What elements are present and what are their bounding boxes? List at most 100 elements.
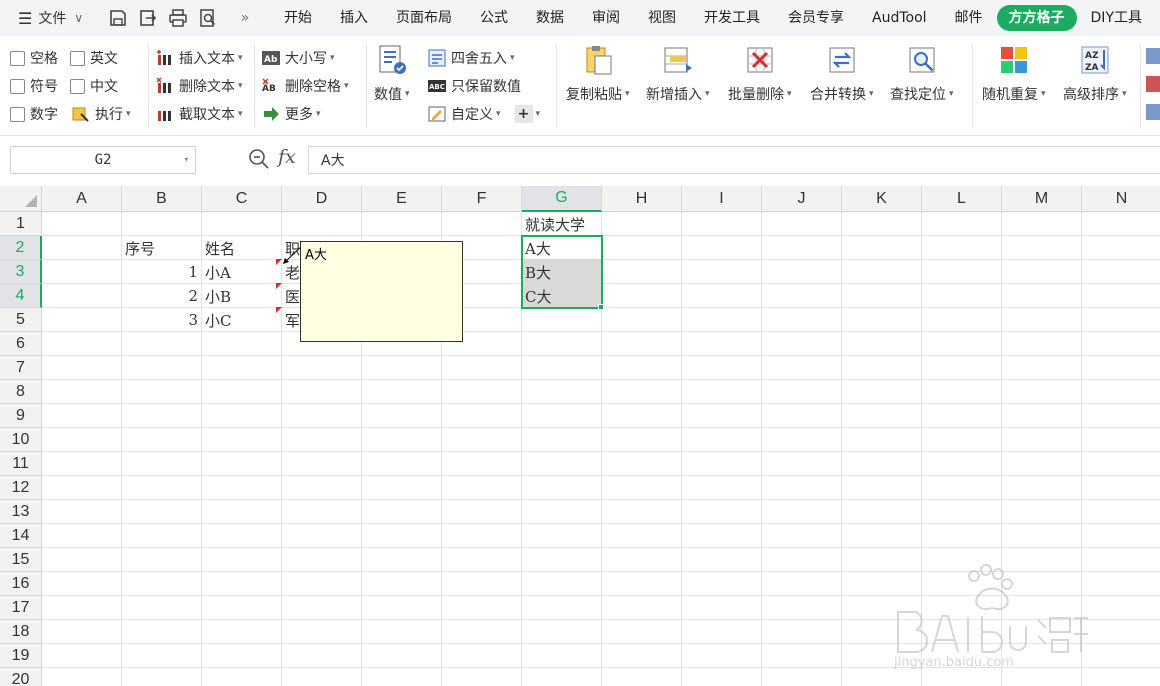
tab-audtool[interactable]: AudTool <box>858 5 941 31</box>
comment-marker-icon[interactable] <box>276 283 282 289</box>
row-header-3[interactable]: 3 <box>0 260 42 284</box>
print-preview-icon[interactable] <box>196 6 220 30</box>
tab-insert[interactable]: 插入 <box>326 5 382 31</box>
row-header-12[interactable]: 12 <box>0 476 42 500</box>
column-header-C[interactable]: C <box>202 186 282 212</box>
name-box[interactable]: G2 ▾ <box>10 146 196 174</box>
checkbox-english[interactable]: 英文 <box>70 48 118 68</box>
batch-delete-button[interactable]: 批量删除 ▾ <box>728 44 792 104</box>
checkbox-box[interactable] <box>10 78 25 94</box>
comment-popup[interactable]: A大 <box>300 241 463 342</box>
merge-convert-button[interactable]: 合并转换 ▾ <box>810 44 874 104</box>
row-header-10[interactable]: 10 <box>0 428 42 452</box>
advanced-sort-button[interactable]: AZ ZA 高级排序 ▾ <box>1063 44 1127 104</box>
column-header-L[interactable]: L <box>922 186 1002 212</box>
row-header-11[interactable]: 11 <box>0 452 42 476</box>
file-menu-button[interactable]: ☰ 文件 ∨ <box>0 8 106 28</box>
row-header-17[interactable]: 17 <box>0 596 42 620</box>
column-header-M[interactable]: M <box>1002 186 1082 212</box>
row-header-2[interactable]: 2 <box>0 236 42 260</box>
row-header-4[interactable]: 4 <box>0 284 42 308</box>
column-header-J[interactable]: J <box>762 186 842 212</box>
row-header-15[interactable]: 15 <box>0 548 42 572</box>
column-header-N[interactable]: N <box>1082 186 1160 212</box>
cell-C4[interactable]: 小B <box>202 284 282 308</box>
insert-text-button[interactable]: 插入文本 ▾ <box>156 48 243 68</box>
execute-button[interactable]: 执行 ▾ <box>72 104 131 124</box>
tab-member[interactable]: 会员专享 <box>774 5 858 31</box>
cell-B5[interactable]: 3 <box>122 308 202 332</box>
find-locate-button[interactable]: 查找定位 ▾ <box>890 44 954 104</box>
extract-text-button[interactable]: 截取文本 ▾ <box>156 104 243 124</box>
cell-B2[interactable]: 序号 <box>122 236 202 260</box>
delete-spaces-button[interactable]: AB 删除空格 ▾ <box>262 76 349 96</box>
checkbox-box[interactable] <box>10 106 25 122</box>
row-header-14[interactable]: 14 <box>0 524 42 548</box>
tab-mail[interactable]: 邮件 <box>941 5 997 31</box>
row-header-16[interactable]: 16 <box>0 572 42 596</box>
checkbox-chinese[interactable]: 中文 <box>70 76 118 96</box>
checkbox-box[interactable] <box>70 50 85 66</box>
tab-fangfanggezi[interactable]: 方方格子 <box>996 5 1077 31</box>
cell-C2[interactable]: 姓名 <box>202 236 282 260</box>
tab-review[interactable]: 审阅 <box>578 5 634 31</box>
export-pdf-icon[interactable] <box>136 6 160 30</box>
cell-C5[interactable]: 小C <box>202 308 282 332</box>
tab-diy-tools[interactable]: DIY工具 <box>1077 5 1156 31</box>
comment-marker-icon[interactable] <box>276 307 282 313</box>
checkbox-space[interactable]: 空格 <box>10 48 58 68</box>
column-header-E[interactable]: E <box>362 186 442 212</box>
cell-G1[interactable]: 就读大学 <box>522 212 602 236</box>
column-header-A[interactable]: A <box>42 186 122 212</box>
plus-icon[interactable]: + <box>514 105 533 123</box>
column-header-D[interactable]: D <box>282 186 362 212</box>
row-header-7[interactable]: 7 <box>0 356 42 380</box>
row-header-9[interactable]: 9 <box>0 404 42 428</box>
more-quick-access-icon[interactable]: » <box>234 10 256 26</box>
column-header-I[interactable]: I <box>682 186 762 212</box>
fill-handle[interactable] <box>598 304 604 310</box>
keep-values-button[interactable]: ABC 只保留数值 <box>428 76 521 96</box>
copy-paste-button[interactable]: 复制粘贴 ▾ <box>566 44 630 104</box>
row-header-8[interactable]: 8 <box>0 380 42 404</box>
cell-B3[interactable]: 1 <box>122 260 202 284</box>
round-button[interactable]: 四舍五入 ▾ <box>428 48 515 68</box>
column-header-H[interactable]: H <box>602 186 682 212</box>
column-header-K[interactable]: K <box>842 186 922 212</box>
tab-developer[interactable]: 开发工具 <box>690 5 774 31</box>
custom-button[interactable]: 自定义 ▾ + ▾ <box>428 104 540 124</box>
cell-B4[interactable]: 2 <box>122 284 202 308</box>
insert-function-icon[interactable]: fx <box>278 146 296 168</box>
more-button[interactable]: 更多 ▾ <box>262 104 321 124</box>
checkbox-number[interactable]: 数字 <box>10 104 58 124</box>
cell-C3[interactable]: 小A <box>202 260 282 284</box>
row-header-20[interactable]: 20 <box>0 668 42 686</box>
tab-view[interactable]: 视图 <box>634 5 690 31</box>
random-repeat-button[interactable]: 随机重复 ▾ <box>982 44 1046 104</box>
delete-text-button[interactable]: 删除文本 ▾ <box>156 76 243 96</box>
select-all-corner[interactable] <box>0 186 42 212</box>
zoom-formula-icon[interactable] <box>248 148 270 170</box>
formula-input[interactable]: A大 <box>308 146 1160 174</box>
row-header-18[interactable]: 18 <box>0 620 42 644</box>
column-header-F[interactable]: F <box>442 186 522 212</box>
save-icon[interactable] <box>106 6 130 30</box>
checkbox-box[interactable] <box>70 78 85 94</box>
print-icon[interactable] <box>166 6 190 30</box>
column-header-G[interactable]: G <box>522 186 602 212</box>
values-button[interactable]: 数值 ▾ <box>374 44 410 104</box>
case-button[interactable]: Ab 大小写 ▾ <box>262 48 335 68</box>
row-header-19[interactable]: 19 <box>0 644 42 668</box>
tab-data[interactable]: 数据 <box>522 5 578 31</box>
column-header-B[interactable]: B <box>122 186 202 212</box>
row-header-1[interactable]: 1 <box>0 212 42 236</box>
checkbox-box[interactable] <box>10 50 25 66</box>
row-header-5[interactable]: 5 <box>0 308 42 332</box>
add-insert-button[interactable]: 新增插入 ▾ <box>646 44 710 104</box>
checkbox-symbol[interactable]: 符号 <box>10 76 58 96</box>
row-header-13[interactable]: 13 <box>0 500 42 524</box>
tab-formulas[interactable]: 公式 <box>466 5 522 31</box>
ribbon-overflow-icons[interactable] <box>1146 48 1160 128</box>
dropdown-arrow-icon[interactable]: ▾ <box>184 155 189 165</box>
tab-page-layout[interactable]: 页面布局 <box>382 5 466 31</box>
